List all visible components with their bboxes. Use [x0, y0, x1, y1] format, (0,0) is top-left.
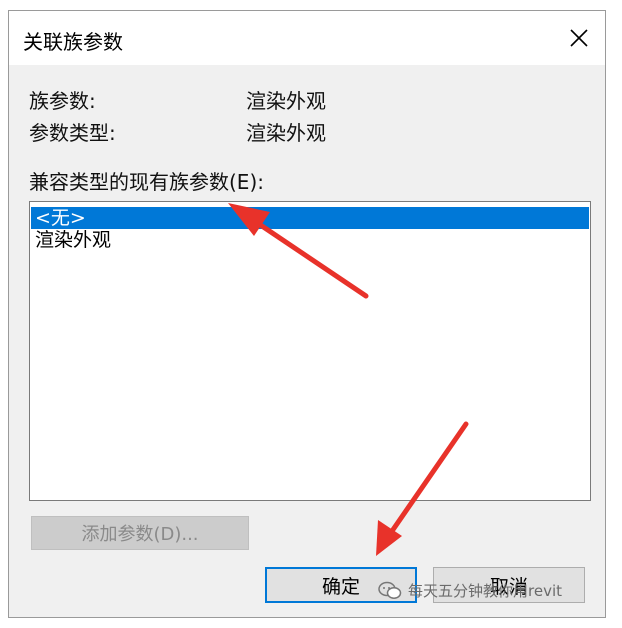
- add-parameter-button[interactable]: 添加参数(D)...: [31, 516, 249, 550]
- watermark: 每天五分钟教你用revit: [378, 580, 562, 601]
- title-bar: 关联族参数: [9, 11, 605, 65]
- close-icon: [570, 29, 588, 47]
- parameter-type-value: 渲染外观: [246, 121, 326, 145]
- family-parameter-value: 渲染外观: [246, 89, 326, 113]
- parameter-type-label: 参数类型:: [29, 121, 116, 145]
- associate-family-parameter-dialog: 关联族参数 族参数: 渲染外观 参数类型: 渲染外观 兼容类型的现有族参数(E)…: [8, 10, 606, 618]
- family-parameter-label: 族参数:: [29, 89, 96, 113]
- compatible-parameters-label: 兼容类型的现有族参数(E):: [29, 170, 264, 194]
- add-parameter-label: 添加参数(D)...: [81, 524, 199, 545]
- watermark-text: 每天五分钟教你用revit: [408, 582, 562, 600]
- dialog-title: 关联族参数: [23, 30, 123, 54]
- ok-label: 确定: [321, 575, 360, 598]
- list-item-render-appearance[interactable]: 渲染外观: [31, 229, 589, 251]
- list-item-none[interactable]: <无>: [31, 207, 589, 229]
- wechat-icon: [378, 581, 402, 599]
- close-button[interactable]: [561, 21, 597, 55]
- compatible-parameters-list[interactable]: <无> 渲染外观: [29, 201, 591, 501]
